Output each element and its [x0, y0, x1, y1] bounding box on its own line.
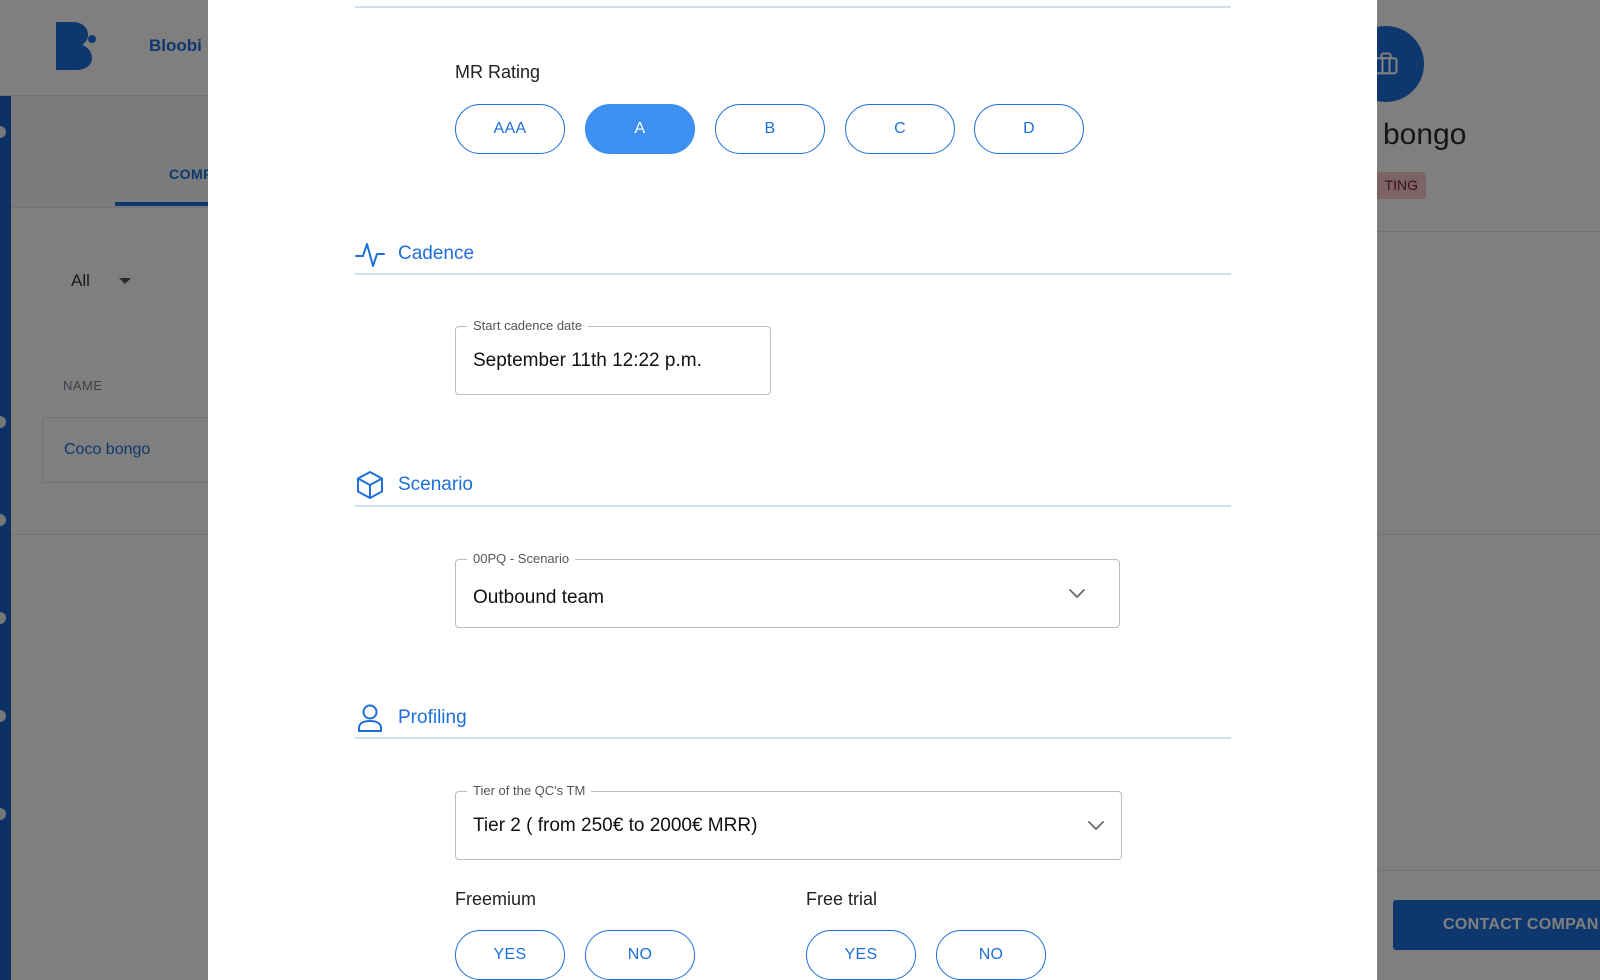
cadence-title: Cadence: [398, 243, 475, 264]
mr-rating-option-b[interactable]: B: [715, 104, 825, 154]
section-divider: [355, 6, 1231, 8]
start-cadence-date-field[interactable]: Start cadence date September 11th 12:22 …: [455, 318, 771, 395]
scenario-title: Scenario: [398, 474, 473, 495]
section-divider: [355, 737, 1231, 739]
user-icon: [355, 703, 385, 733]
section-divider: [355, 273, 1231, 275]
freemium-no-button[interactable]: NO: [585, 930, 695, 980]
mr-rating-option-aaa[interactable]: AAA: [455, 104, 565, 154]
mr-rating-label: MR Rating: [455, 62, 541, 82]
free-trial-yes-button[interactable]: YES: [806, 930, 916, 980]
tier-select[interactable]: Tier of the QC's TM Tier 2 ( from 250€ t…: [455, 783, 1122, 860]
scenario-section-header: Scenario: [355, 470, 473, 500]
profiling-section-header: Profiling: [355, 703, 467, 733]
scenario-select-value: Outbound team: [473, 587, 604, 608]
tier-select-value: Tier 2 ( from 250€ to 2000€ MRR): [473, 815, 758, 836]
activity-icon: [355, 239, 385, 269]
scenario-select-label: 00PQ - Scenario: [467, 551, 576, 566]
chevron-down-icon[interactable]: [1067, 584, 1087, 604]
free-trial-label: Free trial: [806, 889, 878, 909]
mr-rating-option-c[interactable]: C: [845, 104, 955, 154]
mr-rating-option-a[interactable]: A: [585, 104, 695, 154]
mr-rating-option-d[interactable]: D: [974, 104, 1084, 154]
free-trial-no-button[interactable]: NO: [936, 930, 1046, 980]
modal-content[interactable]: MR Rating AAA A B C D Cadence Start cade…: [208, 0, 1377, 980]
freemium-label: Freemium: [455, 889, 537, 909]
cadence-section-header: Cadence: [355, 239, 474, 269]
start-cadence-date-value[interactable]: September 11th 12:22 p.m.: [473, 350, 702, 372]
box-icon: [355, 470, 385, 500]
tier-select-label: Tier of the QC's TM: [467, 783, 592, 798]
freemium-yes-button[interactable]: YES: [455, 930, 565, 980]
section-divider: [355, 505, 1231, 507]
profiling-title: Profiling: [398, 707, 467, 728]
start-cadence-date-label: Start cadence date: [467, 318, 589, 333]
chevron-down-icon[interactable]: [1086, 816, 1106, 836]
scenario-select[interactable]: 00PQ - Scenario Outbound team: [455, 551, 1120, 628]
edit-company-modal: MR Rating AAA A B C D Cadence Start cade…: [208, 0, 1377, 980]
